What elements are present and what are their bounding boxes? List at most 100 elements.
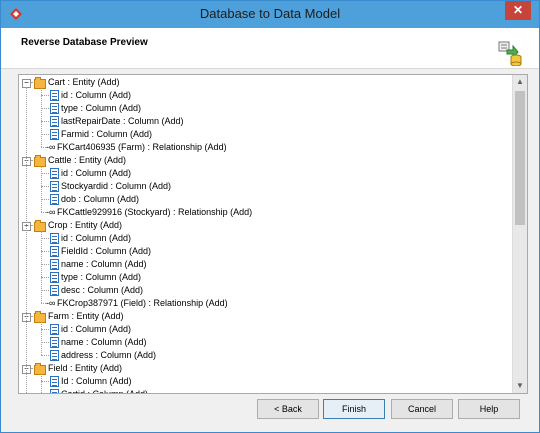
tree-connector bbox=[41, 277, 49, 278]
page-title: Reverse Database Preview bbox=[21, 37, 148, 48]
tree-item-label: name : Column (Add) bbox=[61, 259, 147, 269]
tree-item-label: id : Column (Add) bbox=[61, 324, 132, 334]
tree-column-row[interactable]: type : Column (Add) bbox=[19, 271, 509, 284]
tree-relationship-row[interactable]: -∞ FKCrop387971 (Field) : Relationship (A… bbox=[19, 297, 509, 310]
tree-column-row[interactable]: address : Column (Add) bbox=[19, 349, 509, 362]
tree-item-label: Id : Column (Add) bbox=[61, 376, 132, 386]
tree-item-label: type : Column (Add) bbox=[61, 272, 142, 282]
relationship-icon: -∞ bbox=[46, 142, 56, 152]
tree-entity-row[interactable]: − Cattle : Entity (Add) bbox=[19, 154, 509, 167]
entity-folder-icon bbox=[34, 220, 46, 232]
tree-column-row[interactable]: Stockyardid : Column (Add) bbox=[19, 180, 509, 193]
tree-entity-row[interactable]: − Cart : Entity (Add) bbox=[19, 76, 509, 89]
column-icon bbox=[50, 337, 59, 348]
tree-item-label: FKCattle929916 (Stockyard) : Relationshi… bbox=[57, 207, 253, 217]
tree-item-label: name : Column (Add) bbox=[61, 337, 147, 347]
tree-connector bbox=[41, 290, 49, 291]
tree-column-row[interactable]: name : Column (Add) bbox=[19, 336, 509, 349]
column-icon bbox=[50, 168, 59, 179]
tree-column-row[interactable]: lastRepairDate : Column (Add) bbox=[19, 115, 509, 128]
dialog-window: Database to Data Model ✕ Reverse Databas… bbox=[0, 0, 540, 433]
tree-column-row[interactable]: Id : Column (Add) bbox=[19, 375, 509, 388]
tree-column-row[interactable]: name : Column (Add) bbox=[19, 258, 509, 271]
preview-tree[interactable]: − Cart : Entity (Add) id : Column (Add) typ… bbox=[19, 75, 512, 393]
relationship-icon: -∞ bbox=[46, 207, 56, 217]
tree-connector bbox=[41, 199, 49, 200]
tree-item-label: FKCrop387971 (Field) : Relationship (Add… bbox=[57, 298, 228, 308]
tree-connector bbox=[41, 329, 49, 330]
tree-item-label: Field : Entity (Add) bbox=[48, 363, 123, 373]
tree-column-row[interactable]: id : Column (Add) bbox=[19, 89, 509, 102]
tree-item-label: id : Column (Add) bbox=[61, 168, 132, 178]
column-icon bbox=[50, 90, 59, 101]
tree-column-row[interactable]: Farmid : Column (Add) bbox=[19, 128, 509, 141]
tree-connector bbox=[41, 342, 49, 343]
tree-item-label: id : Column (Add) bbox=[61, 90, 132, 100]
tree-item-label: Cartid : Column (Add) bbox=[61, 388, 148, 393]
tree-item-label: type : Column (Add) bbox=[61, 103, 142, 113]
column-icon bbox=[50, 324, 59, 335]
tree-item-label: address : Column (Add) bbox=[61, 350, 157, 360]
tree-item-label: FieldId : Column (Add) bbox=[61, 246, 152, 256]
column-icon bbox=[50, 181, 59, 192]
tree-column-row[interactable]: dob : Column (Add) bbox=[19, 193, 509, 206]
vertical-scrollbar[interactable]: ▲ ▼ bbox=[512, 75, 527, 393]
column-icon bbox=[50, 103, 59, 114]
tree-connector bbox=[41, 134, 49, 135]
column-icon bbox=[50, 233, 59, 244]
cancel-button[interactable]: Cancel bbox=[391, 399, 453, 419]
tree-connector bbox=[41, 355, 49, 356]
tree-item-label: Farmid : Column (Add) bbox=[61, 129, 153, 139]
tree-column-row[interactable]: type : Column (Add) bbox=[19, 102, 509, 115]
tree-item-label: Farm : Entity (Add) bbox=[48, 311, 124, 321]
tree-item-label: id : Column (Add) bbox=[61, 233, 132, 243]
column-icon bbox=[50, 272, 59, 283]
tree-connector bbox=[41, 322, 42, 355]
tree-entity-row[interactable]: − Crop : Entity (Add) bbox=[19, 219, 509, 232]
close-button[interactable]: ✕ bbox=[505, 1, 531, 20]
tree-column-row[interactable]: id : Column (Add) bbox=[19, 232, 509, 245]
reverse-database-icon bbox=[498, 41, 522, 66]
window-title: Database to Data Model bbox=[199, 6, 341, 21]
tree-connector bbox=[26, 87, 27, 393]
column-icon bbox=[50, 246, 59, 257]
tree-item-label: dob : Column (Add) bbox=[61, 194, 140, 204]
tree-item-label: Crop : Entity (Add) bbox=[48, 220, 123, 230]
tree-connector bbox=[41, 264, 49, 265]
tree-connector bbox=[41, 95, 49, 96]
finish-button[interactable]: Finish bbox=[323, 399, 385, 419]
tree-relationship-row[interactable]: -∞ FKCart406935 (Farm) : Relationship (Ad… bbox=[19, 141, 509, 154]
tree-connector bbox=[41, 166, 42, 212]
scroll-thumb[interactable] bbox=[515, 91, 525, 225]
tree-item-label: Stockyardid : Column (Add) bbox=[61, 181, 172, 191]
entity-folder-icon bbox=[34, 77, 46, 89]
tree-column-row[interactable]: id : Column (Add) bbox=[19, 167, 509, 180]
help-button[interactable]: Help bbox=[458, 399, 520, 419]
tree-column-row[interactable]: id : Column (Add) bbox=[19, 323, 509, 336]
tree-entity-row[interactable]: − Field : Entity (Add) bbox=[19, 362, 509, 375]
entity-folder-icon bbox=[34, 155, 46, 167]
tree-column-row[interactable]: Cartid : Column (Add) bbox=[19, 388, 509, 393]
back-button[interactable]: < Back bbox=[257, 399, 319, 419]
column-icon bbox=[50, 376, 59, 387]
entity-folder-icon bbox=[34, 311, 46, 323]
scroll-down-arrow-icon[interactable]: ▼ bbox=[513, 379, 527, 393]
title-bar[interactable]: Database to Data Model ✕ bbox=[1, 1, 539, 28]
tree-connector bbox=[41, 238, 49, 239]
column-icon bbox=[50, 389, 59, 393]
column-icon bbox=[50, 116, 59, 127]
tree-connector bbox=[41, 186, 49, 187]
tree-connector bbox=[41, 173, 49, 174]
tree-relationship-row[interactable]: -∞ FKCattle929916 (Stockyard) : Relations… bbox=[19, 206, 509, 219]
tree-entity-row[interactable]: − Farm : Entity (Add) bbox=[19, 310, 509, 323]
scroll-up-arrow-icon[interactable]: ▲ bbox=[513, 75, 527, 89]
preview-tree-panel: − Cart : Entity (Add) id : Column (Add) typ… bbox=[18, 74, 528, 394]
tree-column-row[interactable]: FieldId : Column (Add) bbox=[19, 245, 509, 258]
tree-connector bbox=[41, 231, 42, 303]
tree-connector bbox=[41, 88, 42, 147]
tree-item-label: desc : Column (Add) bbox=[61, 285, 144, 295]
tree-column-row[interactable]: desc : Column (Add) bbox=[19, 284, 509, 297]
column-icon bbox=[50, 350, 59, 361]
column-icon bbox=[50, 194, 59, 205]
column-icon bbox=[50, 129, 59, 140]
